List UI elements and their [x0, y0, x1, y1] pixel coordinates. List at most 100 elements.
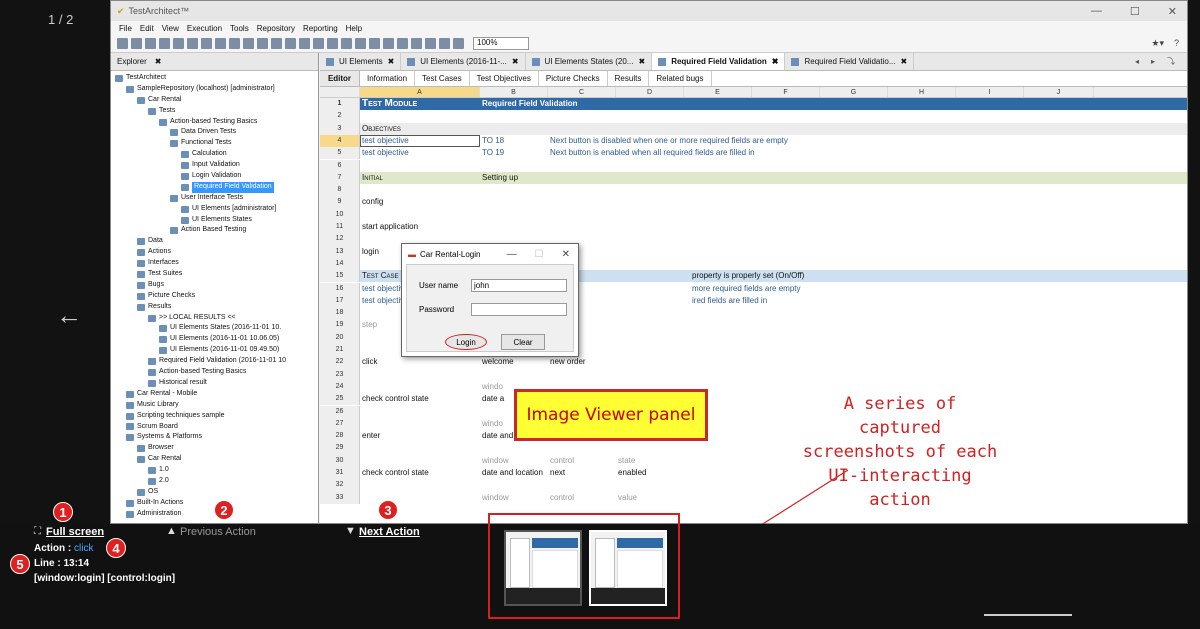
cell-b[interactable]: welcome: [480, 356, 548, 368]
screenshot-thumbnail[interactable]: [504, 530, 582, 606]
cell-a[interactable]: Objectives: [360, 123, 480, 135]
menu-item-execution[interactable]: Execution: [187, 24, 222, 33]
tree-item[interactable]: Action-based Testing Basics: [113, 367, 318, 378]
cell-c[interactable]: [548, 442, 616, 454]
toolbar-icon[interactable]: [243, 38, 254, 49]
table-row[interactable]: 32: [320, 479, 1187, 492]
arrow-left-icon[interactable]: ←: [56, 300, 82, 331]
cell-c[interactable]: control: [548, 455, 616, 467]
toolbar-icon[interactable]: [145, 38, 156, 49]
cell-a[interactable]: check control state: [360, 467, 480, 479]
table-row[interactable]: 8: [320, 184, 1187, 197]
menu-item-file[interactable]: File: [119, 24, 132, 33]
cell-a[interactable]: [360, 442, 480, 454]
cell-b[interactable]: TO 19: [480, 147, 548, 159]
cell-tail[interactable]: more required fields are empty: [690, 283, 990, 295]
password-input[interactable]: [471, 303, 567, 316]
table-row[interactable]: 27 windo: [320, 417, 1187, 431]
tree-item[interactable]: Car Rental - Mobile: [113, 389, 318, 400]
minimize-icon[interactable]: —: [507, 249, 517, 260]
tree-item[interactable]: User Interface Tests: [113, 193, 318, 204]
close-icon[interactable]: ✖: [900, 57, 907, 66]
cell-c[interactable]: [548, 479, 616, 491]
next-action-link[interactable]: Next Action: [359, 526, 420, 538]
table-row[interactable]: 5 test objective TO 19 Next button is enabl…: [320, 147, 1187, 160]
toolbar-icon[interactable]: [313, 38, 324, 49]
cell-c[interactable]: [548, 184, 616, 196]
table-row[interactable]: 9 config: [320, 196, 1187, 209]
cell-tail[interactable]: ired fields are filled in: [690, 295, 990, 307]
tree-item[interactable]: Results: [113, 302, 318, 313]
toolbar-icon[interactable]: [383, 38, 394, 49]
toolbar-icon[interactable]: [271, 38, 282, 49]
table-row[interactable]: 10: [320, 208, 1187, 221]
tree-item[interactable]: Systems & Platforms: [113, 432, 318, 443]
table-row[interactable]: 2: [320, 110, 1187, 123]
toolbar-icon[interactable]: [215, 38, 226, 49]
close-icon[interactable]: ✖: [155, 57, 162, 66]
cell-a[interactable]: [360, 110, 480, 122]
cell-b[interactable]: [480, 479, 548, 491]
tab-menu-icon[interactable]: ⤵: [1167, 56, 1175, 67]
menu-item-tools[interactable]: Tools: [230, 24, 249, 33]
screenshot-thumbnail[interactable]: [589, 530, 667, 606]
cell-b[interactable]: [480, 442, 548, 454]
toolbar-icon[interactable]: [425, 38, 436, 49]
cell-b[interactable]: window: [480, 492, 548, 504]
toolbar-icon[interactable]: [299, 38, 310, 49]
toolbar-icon[interactable]: [369, 38, 380, 49]
cell-a[interactable]: check control state: [360, 393, 480, 405]
cell-b[interactable]: [480, 221, 548, 233]
cell-b[interactable]: [480, 110, 548, 122]
tree-item[interactable]: Login Validation: [113, 171, 318, 182]
menu-item-repository[interactable]: Repository: [257, 24, 295, 33]
cell-c[interactable]: [548, 209, 616, 221]
toolbar-icon[interactable]: [341, 38, 352, 49]
tree-item[interactable]: Scripting techniques sample: [113, 411, 318, 422]
cell-a[interactable]: Initial: [360, 172, 480, 184]
subtab-test-cases[interactable]: Test Cases: [415, 71, 470, 86]
tree-item[interactable]: Scrum Board: [113, 422, 318, 433]
column-header-cell[interactable]: I: [956, 87, 1024, 97]
toolbar-icon[interactable]: [229, 38, 240, 49]
minimize-icon[interactable]: —: [1091, 5, 1102, 18]
cell-a[interactable]: click: [360, 356, 480, 368]
subtab-test-objectives[interactable]: Test Objectives: [470, 71, 539, 86]
toolbar-icon[interactable]: [257, 38, 268, 49]
cell-c[interactable]: [548, 221, 616, 233]
close-icon[interactable]: ✖: [772, 57, 779, 66]
chevron-right-icon[interactable]: ▸: [1151, 57, 1155, 66]
toolbar-icon[interactable]: [173, 38, 184, 49]
toolbar-icon[interactable]: [201, 38, 212, 49]
column-header-cell[interactable]: J: [1024, 87, 1094, 97]
column-header-cell[interactable]: D: [616, 87, 684, 97]
cell-a[interactable]: [360, 492, 480, 504]
cell-c[interactable]: [548, 369, 616, 381]
help-icon[interactable]: ?: [1174, 38, 1179, 49]
username-input[interactable]: [471, 279, 567, 292]
cell-b[interactable]: [480, 209, 548, 221]
cell-b[interactable]: [480, 184, 548, 196]
tree-item[interactable]: Calculation: [113, 149, 318, 160]
toolbar-icon[interactable]: [397, 38, 408, 49]
tree-item[interactable]: >> LOCAL RESULTS <<: [113, 313, 318, 324]
column-header-cell[interactable]: B: [480, 87, 548, 97]
table-row[interactable]: 29: [320, 442, 1187, 455]
cell-c[interactable]: new order: [548, 356, 616, 368]
tree-item[interactable]: Required Field Validation (2016-11-01 10: [113, 356, 318, 367]
fullscreen-icon[interactable]: ⛶: [34, 526, 41, 537]
table-row[interactable]: 28enterdate and locationpickup cityBento…: [320, 430, 1187, 443]
close-icon[interactable]: ✕: [562, 249, 570, 260]
cell-b[interactable]: TO 18: [480, 135, 548, 147]
tree-item[interactable]: Input Validation: [113, 160, 318, 171]
cell-d[interactable]: state: [616, 455, 684, 467]
cell-a[interactable]: enter: [360, 430, 480, 442]
tree-item[interactable]: TestArchitect: [113, 73, 318, 84]
document-tab[interactable]: UI Elements ✖: [320, 53, 402, 70]
star-icon[interactable]: ★▾: [1151, 38, 1164, 49]
table-row[interactable]: 1 Test Module Required Field Validation: [320, 98, 1187, 111]
cell-b[interactable]: Required Field Validation: [480, 98, 578, 110]
tree-item[interactable]: Action-based Testing Basics: [113, 117, 318, 128]
table-row[interactable]: 4 test objective TO 18 Next button is disab…: [320, 134, 1187, 148]
cell-c[interactable]: next: [548, 467, 616, 479]
